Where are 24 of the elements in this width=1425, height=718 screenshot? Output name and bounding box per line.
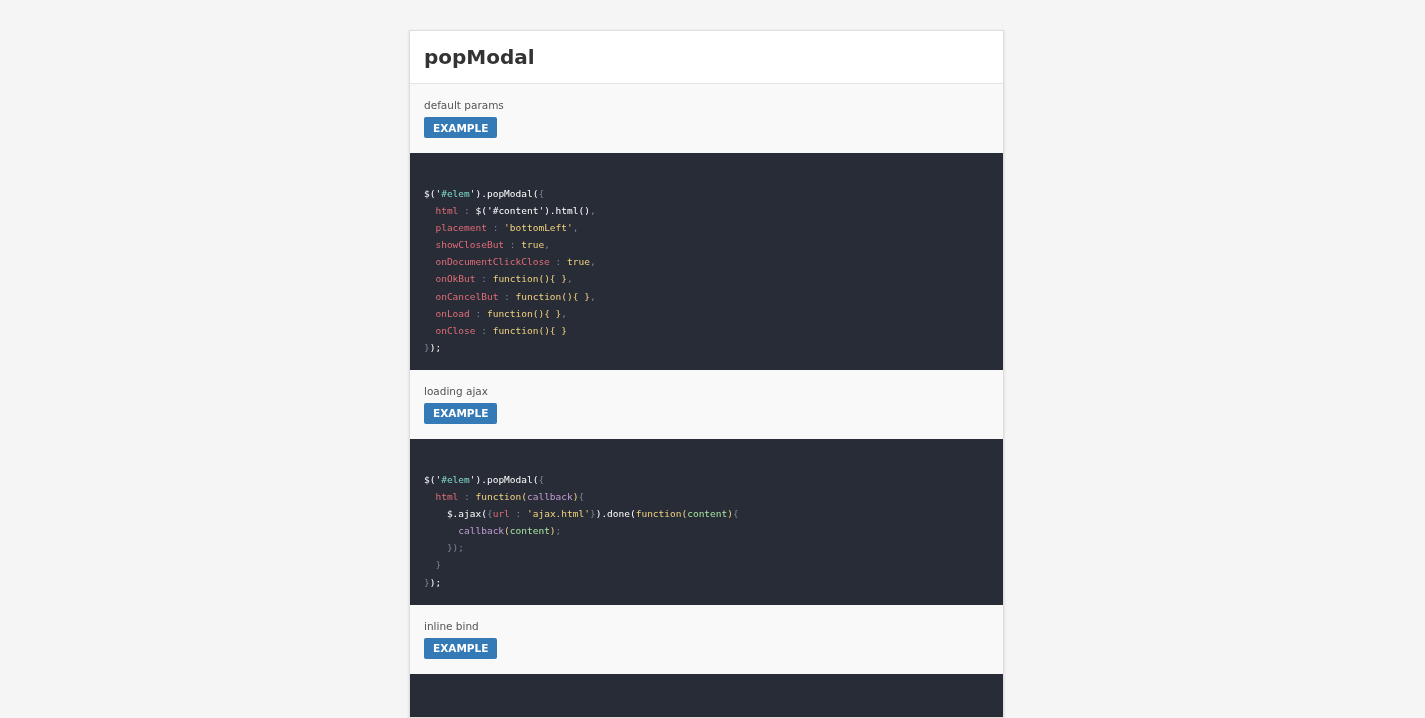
- code-line: html : function(callback){: [434, 490, 586, 505]
- code-line: });: [445, 541, 466, 556]
- section-label: default params: [424, 99, 504, 111]
- code-line: }: [434, 558, 443, 573]
- code-line: callback(content);: [457, 524, 563, 539]
- section-label: loading ajax: [424, 384, 488, 397]
- code-line: $.ajax({url : 'ajax.html'}).done(function(content){: [445, 507, 740, 522]
- page-title: popModal: [424, 45, 535, 69]
- code-line: $('#elem').popModal({: [424, 472, 546, 487]
- code-line: html : $('#content').html(),: [434, 204, 597, 219]
- section-label: inline bind: [424, 619, 479, 632]
- code-line: onCancelBut : function(){ },: [434, 289, 597, 304]
- code-line: });: [424, 575, 443, 590]
- code-line: $('#elem').popModal({: [424, 187, 546, 201]
- code-line: onLoad : function(){ },: [434, 306, 569, 321]
- example-button[interactable]: EXAMPLE: [424, 637, 498, 659]
- code-line: });: [424, 340, 443, 355]
- code-line: onDocumentClickClose : true,: [434, 255, 597, 270]
- code-line: placement : 'bottomLeft',: [434, 221, 580, 236]
- example-button[interactable]: EXAMPLE: [424, 117, 498, 138]
- example-button[interactable]: EXAMPLE: [424, 402, 498, 424]
- code-line: onClose : function(){ }: [434, 323, 568, 338]
- code-line: showCloseBut : true,: [434, 238, 551, 253]
- code-line: onOkBut : function(){ },: [434, 272, 574, 287]
